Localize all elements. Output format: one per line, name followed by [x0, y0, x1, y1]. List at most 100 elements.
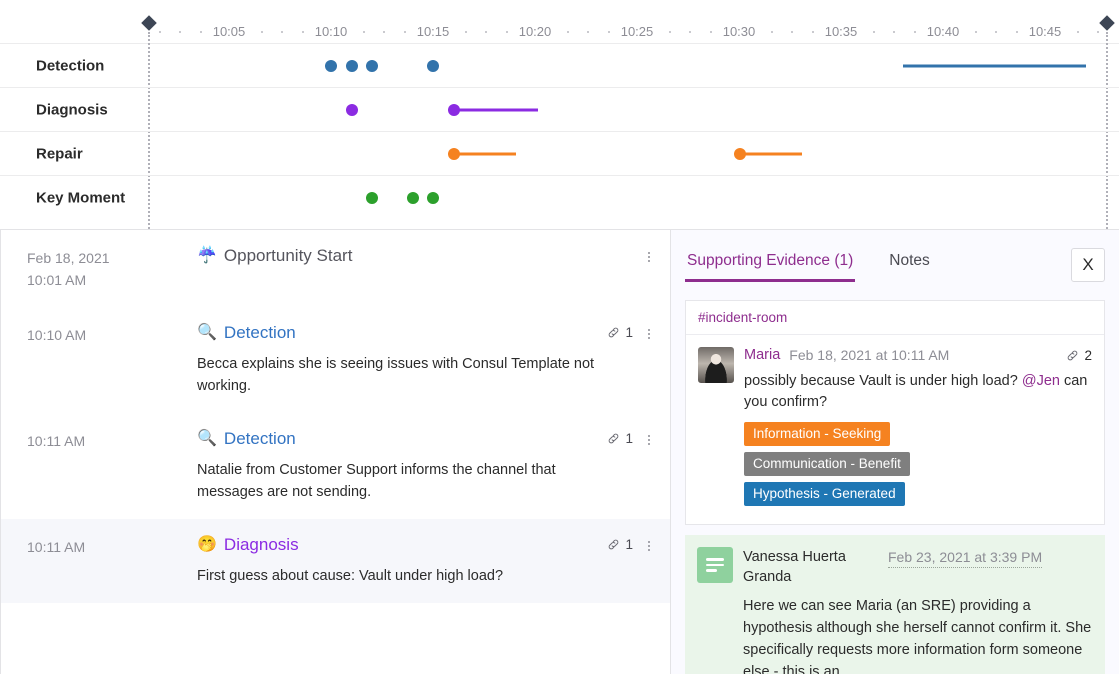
thinking-face-icon: 🤭 — [197, 536, 217, 553]
evidence-tag[interactable]: Hypothesis - Generated — [744, 482, 905, 506]
timeline-event-dot[interactable] — [448, 103, 460, 116]
timeline-row-key-moment[interactable]: Key Moment — [0, 176, 1119, 220]
timeline-bar[interactable] — [454, 152, 516, 155]
evidence-channel[interactable]: #incident-room — [686, 301, 1104, 335]
evidence-tag[interactable]: Information - Seeking — [744, 422, 891, 446]
event-link-count[interactable]: 1 — [607, 431, 633, 446]
evidence-card[interactable]: #incident-room Maria Feb 18, 2021 at 10:… — [685, 300, 1105, 525]
note-card[interactable]: Vanessa Huerta Granda Feb 23, 2021 at 3:… — [685, 535, 1105, 674]
event-row[interactable]: Feb 18, 2021 10:01 AM ☔ Opportunity Start — [1, 230, 670, 307]
timeline-minor-tick — [669, 31, 671, 33]
timeline-minor-tick — [363, 31, 365, 33]
timeline-row-diagnosis[interactable]: Diagnosis — [0, 88, 1119, 132]
event-more-menu-icon[interactable] — [642, 537, 656, 555]
details-tabs: Supporting Evidence (1) Notes X — [671, 230, 1119, 294]
link-icon — [1068, 350, 1078, 360]
timeline-minor-tick — [261, 31, 263, 33]
timeline-row-detection[interactable]: Detection — [0, 44, 1119, 88]
link-icon — [609, 433, 619, 444]
evidence-tag[interactable]: Communication - Benefit — [744, 452, 910, 476]
timeline-row-label: Repair — [36, 145, 83, 162]
evidence-text: possibly because Vault is under high loa… — [744, 371, 1092, 413]
event-date: Feb 18, 2021 — [27, 250, 110, 266]
timeline-event-dot[interactable] — [448, 147, 460, 160]
timeline-event-dot[interactable] — [366, 192, 378, 204]
event-description: Natalie from Customer Support informs th… — [197, 462, 556, 500]
note-author: Vanessa Huerta Granda — [743, 549, 846, 585]
timeline-tick-label: 10:40 — [926, 24, 960, 39]
note-timestamp: Feb 23, 2021 at 3:39 PM — [888, 547, 1043, 568]
magnifying-glass-icon: 🔍 — [197, 324, 217, 341]
event-timestamp: 10:11 AM — [27, 429, 197, 503]
timeline-minor-tick — [975, 31, 977, 33]
event-timestamp: 10:10 AM — [27, 323, 197, 397]
timeline-row-label: Diagnosis — [36, 101, 108, 118]
evidence-tags: Information - Seeking Communication - Ben… — [744, 422, 1092, 512]
timeline-event-dot[interactable] — [366, 59, 378, 72]
timeline-event-dot[interactable] — [427, 59, 439, 72]
timeline-event-dot[interactable] — [734, 147, 746, 160]
timeline-minor-tick — [505, 31, 508, 33]
timeline-chart[interactable]: 10:05 10:10 10:15 10:20 10:25 10:30 10:35 10:40… — [0, 0, 1119, 230]
event-actions: 1 — [607, 429, 656, 503]
timeline-minor-tick — [607, 31, 610, 33]
evidence-author[interactable]: Maria — [744, 347, 780, 363]
event-list[interactable]: Feb 18, 2021 10:01 AM ☔ Opportunity Start 10… — [0, 230, 670, 674]
event-body: 🔍 Detection Natalie from Customer Support … — [197, 429, 607, 503]
timeline-event-dot[interactable] — [325, 59, 337, 72]
event-title[interactable]: Opportunity Start — [224, 246, 353, 266]
avatar — [698, 347, 734, 383]
event-row[interactable]: 10:10 AM 🔍 Detection Becca explains she is … — [1, 307, 670, 413]
timeline-event-dot[interactable] — [427, 192, 439, 204]
event-title[interactable]: Diagnosis — [224, 535, 299, 555]
timeline-minor-tick — [199, 31, 202, 33]
timeline-minor-tick — [1077, 31, 1079, 33]
event-actions: 1 — [607, 535, 656, 587]
timeline-minor-tick — [771, 31, 773, 33]
event-time: 10:11 AM — [27, 539, 86, 555]
event-title[interactable]: Detection — [224, 429, 296, 449]
timeline-bar[interactable] — [903, 64, 1086, 67]
event-title[interactable]: Detection — [224, 323, 296, 343]
details-panel[interactable]: Supporting Evidence (1) Notes X #inciden… — [670, 230, 1119, 674]
event-more-menu-icon[interactable] — [642, 248, 656, 266]
event-header: ☔ Opportunity Start — [197, 246, 634, 266]
event-time: 10:11 AM — [27, 433, 86, 449]
timeline-row-label: Detection — [36, 57, 105, 74]
evidence-link-count[interactable]: 2 — [1066, 348, 1092, 363]
link-icon — [609, 327, 619, 338]
timeline-event-dot[interactable] — [407, 192, 419, 204]
evidence-mention[interactable]: @Jen — [1022, 373, 1060, 389]
tab-notes[interactable]: Notes — [887, 248, 932, 282]
timeline-tick-label: 10:35 — [824, 24, 858, 39]
event-body: ☔ Opportunity Start — [197, 246, 642, 291]
event-actions: 1 — [607, 323, 656, 397]
note-icon — [697, 547, 733, 583]
event-link-count[interactable]: 1 — [607, 537, 633, 552]
note-text: Here we can see Maria (an SRE) providing… — [743, 598, 1092, 674]
close-panel-button[interactable]: X — [1071, 248, 1105, 282]
timeline-bar[interactable] — [740, 152, 802, 155]
timeline-tick-label: 10:25 — [620, 24, 654, 39]
timeline-minor-tick — [301, 31, 304, 33]
timeline-event-dot[interactable] — [346, 103, 358, 116]
close-icon: X — [1082, 255, 1094, 274]
event-header: 🔍 Detection — [197, 323, 599, 343]
timeline-minor-tick — [465, 31, 467, 33]
timeline-tick-label: 10:30 — [722, 24, 756, 39]
timeline-minor-tick — [873, 31, 875, 33]
event-link-count-value: 1 — [625, 325, 633, 340]
timeline-row-repair[interactable]: Repair — [0, 132, 1119, 176]
event-more-menu-icon[interactable] — [642, 431, 656, 449]
event-link-count[interactable]: 1 — [607, 325, 633, 340]
timeline-minor-tick — [159, 31, 161, 33]
evidence-message: Maria Feb 18, 2021 at 10:11 AM 2 possibl… — [686, 335, 1104, 524]
event-more-menu-icon[interactable] — [642, 325, 656, 343]
timeline-event-dot[interactable] — [346, 59, 358, 72]
timeline-bar[interactable] — [454, 108, 538, 111]
timeline-minor-tick — [913, 31, 916, 33]
event-row[interactable]: 10:11 AM 🔍 Detection Natalie from Customer … — [1, 413, 670, 519]
event-row[interactable]: 10:11 AM 🤭 Diagnosis First guess about caus… — [1, 519, 670, 603]
tab-supporting-evidence[interactable]: Supporting Evidence (1) — [685, 248, 856, 282]
timeline-minor-tick — [1015, 31, 1018, 33]
